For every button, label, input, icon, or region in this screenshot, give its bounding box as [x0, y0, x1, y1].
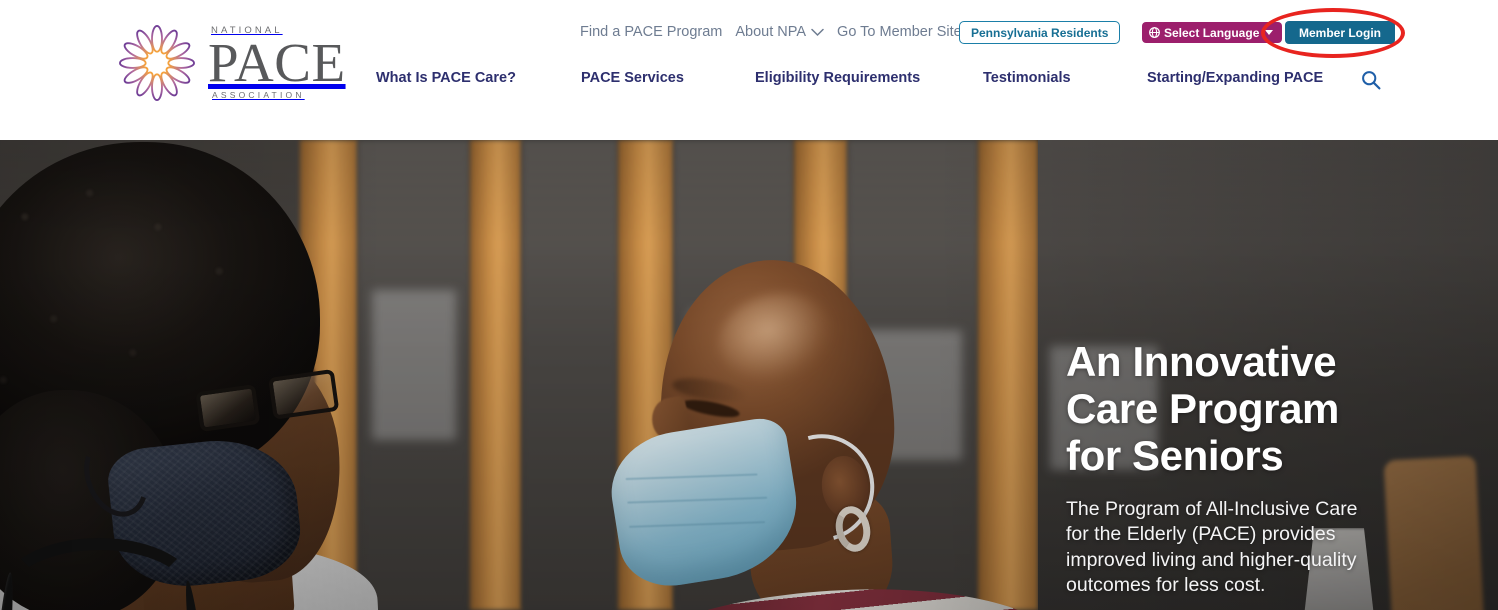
utility-link-label: About NPA: [735, 24, 807, 40]
select-language-label: Select Language: [1164, 25, 1260, 40]
hero-banner: An Innovative Care Program for Seniors T…: [0, 140, 1498, 610]
nav-item-testimonials[interactable]: Testimonials: [983, 70, 1071, 86]
utility-link-label: Go To Member Site: [837, 24, 962, 40]
hero-copy: An Innovative Care Program for Seniors T…: [1066, 338, 1366, 598]
clinician: [0, 140, 400, 610]
utility-link-find-a-pace-program[interactable]: Find a PACE Program: [580, 24, 722, 40]
nav-item-pace-services[interactable]: PACE Services: [581, 70, 684, 86]
chevron-down-icon: [1265, 30, 1274, 35]
nav-item-what-is-pace-care[interactable]: What Is PACE Care?: [376, 70, 516, 86]
member-login-button[interactable]: Member Login: [1285, 21, 1396, 44]
main-navigation: What Is PACE Care? PACE Services Eligibi…: [0, 70, 1498, 96]
select-language-dropdown[interactable]: Select Language: [1142, 22, 1283, 43]
eyeglass-lens-right: [268, 368, 340, 420]
chevron-down-icon: [811, 28, 824, 36]
mask-fold: [625, 473, 758, 481]
member-login-label: Member Login: [1299, 25, 1382, 40]
senior-woman: [600, 248, 1080, 610]
utility-link-label: Find a PACE Program: [580, 24, 723, 40]
cabinet-frame-2: [470, 140, 522, 610]
nav-item-starting-expanding-pace[interactable]: Starting/Expanding PACE: [1147, 70, 1323, 86]
site-header: NATIONAL PACE ASSOCIATION Find a PACE Pr…: [0, 0, 1498, 140]
nav-item-eligibility-requirements[interactable]: Eligibility Requirements: [755, 70, 920, 86]
page-root: NATIONAL PACE ASSOCIATION Find a PACE Pr…: [0, 0, 1498, 610]
hero-subtitle: The Program of All-Inclusive Care for th…: [1066, 498, 1358, 597]
hero-title: An Innovative Care Program for Seniors: [1066, 338, 1339, 480]
mask-fold: [629, 521, 766, 528]
utility-link-about-npa[interactable]: About NPA: [735, 24, 824, 40]
mask-fold: [627, 496, 768, 504]
search-icon[interactable]: [1361, 70, 1381, 90]
pennsylvania-residents-button[interactable]: Pennsylvania Residents: [959, 21, 1121, 44]
utility-link-go-to-member-site[interactable]: Go To Member Site: [837, 24, 962, 40]
eyeglass-lens-left: [195, 384, 261, 433]
pennsylvania-residents-label: Pennsylvania Residents: [971, 25, 1109, 40]
utility-nav: Find a PACE Program About NPA Go To Memb…: [580, 24, 962, 40]
wooden-chair-back: [1383, 455, 1489, 610]
globe-icon: [1149, 27, 1160, 38]
